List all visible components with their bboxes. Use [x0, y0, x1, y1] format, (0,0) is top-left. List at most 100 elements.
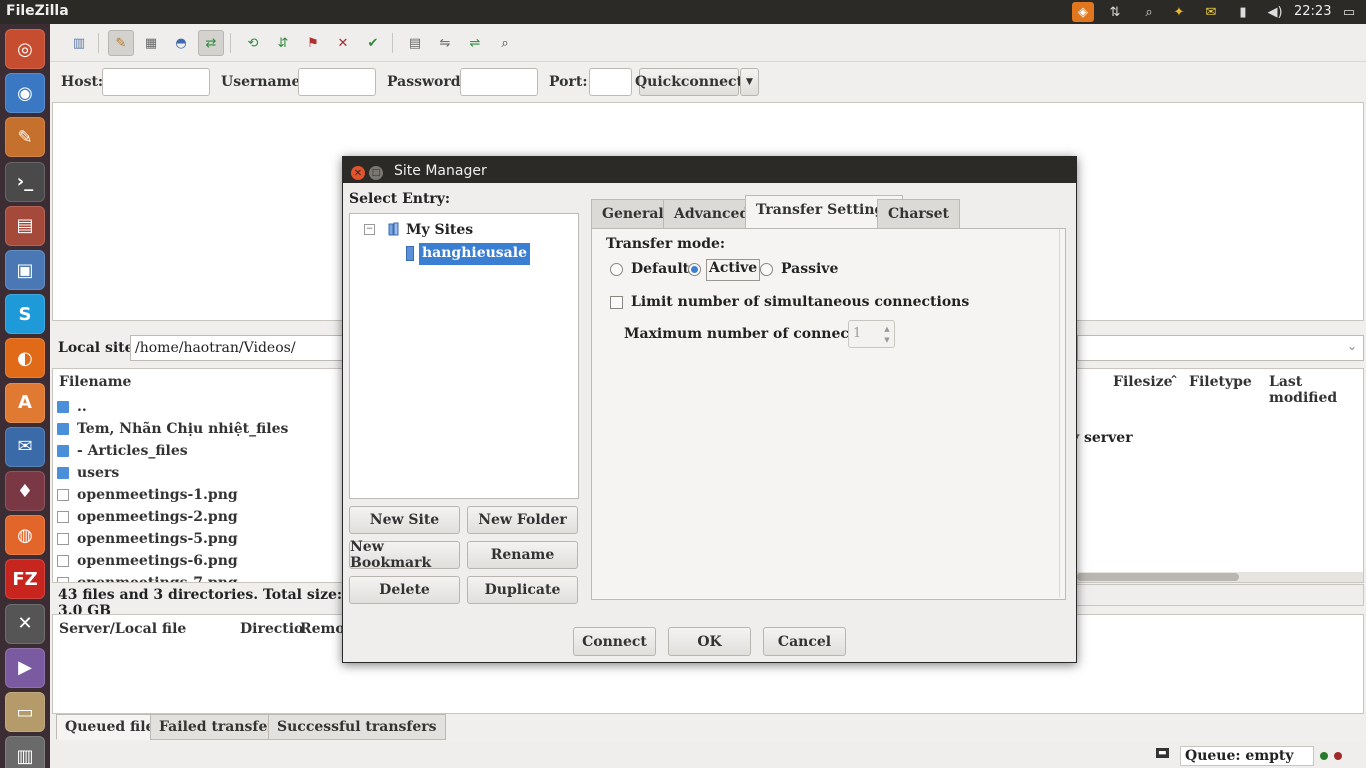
host-input[interactable]	[102, 68, 210, 96]
list-item[interactable]: Tem, Nhãn Chịu nhiệt_files	[57, 418, 347, 440]
delete-button[interactable]: Delete	[349, 576, 460, 604]
remote-path-input[interactable]: ⌄	[1077, 335, 1364, 361]
filesize-column-header[interactable]: Filesize	[1113, 374, 1173, 390]
cancel-button[interactable]: Cancel	[763, 627, 846, 656]
remote-file-list[interactable]: Filesize ⌃ Filetype Last modified y serv…	[1071, 368, 1364, 583]
volume-icon[interactable]: ◀)	[1264, 2, 1286, 22]
quickconnect-dropdown-icon[interactable]: ▼	[740, 68, 759, 96]
terminal-icon[interactable]: ›_	[5, 161, 45, 202]
disconnect-icon[interactable]: ✕	[330, 30, 356, 56]
list-item[interactable]: users	[57, 462, 347, 484]
quickconnect-button[interactable]: Quickconnect	[635, 68, 743, 96]
chevron-down-icon[interactable]: ⌄	[1347, 339, 1357, 353]
tree-item-site[interactable]: hanghieusale	[419, 243, 530, 265]
folder-icon	[57, 423, 69, 435]
ok-button[interactable]: OK	[668, 627, 751, 656]
port-label: Port:	[549, 74, 588, 90]
limit-connections-checkbox[interactable]	[610, 296, 623, 309]
new-folder-button[interactable]: New Folder	[467, 506, 578, 534]
compare-icon[interactable]: ⇋	[432, 30, 458, 56]
list-item[interactable]: openmeetings-5.png	[57, 528, 347, 550]
mode-passive-label[interactable]: Passive	[781, 261, 838, 277]
cancel-operation-icon[interactable]: ⚑	[300, 30, 326, 56]
list-item[interactable]: openmeetings-1.png	[57, 484, 347, 506]
mail-icon[interactable]: ✉	[1200, 2, 1222, 22]
refresh-icon[interactable]: ⟲	[240, 30, 266, 56]
reconnect-icon[interactable]: ✔	[360, 30, 386, 56]
server-local-file-column-header[interactable]: Server/Local file	[59, 621, 186, 637]
chevron-down-icon[interactable]: ▼	[882, 335, 892, 345]
maximize-icon[interactable]: □	[369, 166, 383, 180]
tab-charset[interactable]: Charset	[877, 199, 961, 229]
password-input[interactable]	[460, 68, 538, 96]
software-center-icon[interactable]: A	[5, 382, 45, 423]
chevron-up-icon[interactable]: ▲	[882, 324, 892, 334]
mode-default-label[interactable]: Default	[631, 261, 689, 277]
collapse-icon[interactable]: −	[364, 224, 375, 235]
skype-icon[interactable]: S	[5, 294, 45, 335]
mode-default-radio[interactable]	[610, 263, 623, 276]
max-connections-stepper[interactable]: 1 ▲ ▼	[848, 320, 895, 348]
directory-filter-icon[interactable]: ▤	[402, 30, 428, 56]
local-path-input[interactable]: /home/haotran/Videos/	[130, 335, 360, 361]
mode-active-label[interactable]: Active	[706, 259, 761, 281]
new-site-button[interactable]: New Site	[349, 506, 460, 534]
username-input[interactable]	[298, 68, 376, 96]
mode-active-radio[interactable]	[688, 263, 701, 276]
duplicate-button[interactable]: Duplicate	[467, 576, 578, 604]
launcher: ◎ ◉ ✎ ›_ ▤ ▣ S ◐ A ✉ ♦ ◍ FZ ✕ ▶ ▭ ▥	[0, 24, 50, 768]
list-item[interactable]: - Articles_files	[57, 440, 347, 462]
remote-desktop-icon[interactable]: ▣	[5, 250, 45, 290]
list-item[interactable]: openmeetings-6.png	[57, 550, 347, 572]
list-item[interactable]: openmeetings-2.png	[57, 506, 347, 528]
rename-button[interactable]: Rename	[467, 541, 578, 569]
toggle-queue-icon[interactable]: ⇄	[198, 30, 224, 56]
list-item[interactable]: openmeetings-7.png	[57, 572, 347, 582]
dropbox-icon[interactable]: ✦	[1168, 2, 1190, 22]
direction-column-header[interactable]: Directio	[240, 621, 303, 637]
local-file-list[interactable]: Filename .. Tem, Nhãn Chịu nhiệt_files - A…	[52, 368, 352, 583]
connect-button[interactable]: Connect	[573, 627, 656, 656]
filename-column-header[interactable]: Filename	[59, 374, 131, 390]
remote-horizontal-scrollbar[interactable]	[1077, 572, 1363, 582]
tree-item-my-sites[interactable]: My Sites	[406, 222, 473, 238]
process-queue-icon[interactable]: ⇵	[270, 30, 296, 56]
site-manager-icon[interactable]: ▥	[66, 30, 92, 56]
files-icon[interactable]: ▤	[5, 205, 45, 246]
sync-browsing-icon[interactable]: ⇌	[462, 30, 488, 56]
flame-icon[interactable]: ◈	[1072, 2, 1094, 22]
limit-connections-label[interactable]: Limit number of simultaneous connections	[631, 294, 969, 310]
site-tree[interactable]: − My Sites hanghieusale	[349, 213, 579, 499]
filetype-column-header[interactable]: Filetype	[1189, 374, 1252, 390]
system-tools-icon[interactable]: ✕	[5, 603, 45, 644]
video-icon[interactable]: ▶	[5, 647, 45, 688]
scrollbar-thumb[interactable]	[1077, 573, 1239, 581]
trash-icon[interactable]: ▥	[5, 736, 45, 768]
firefox-icon[interactable]: ◍	[5, 515, 45, 556]
chrome-icon[interactable]: ◉	[5, 73, 45, 114]
ubuntu-icon[interactable]: ◎	[5, 29, 45, 69]
folder-icon[interactable]: ▭	[5, 692, 45, 732]
new-bookmark-button[interactable]: New Bookmark	[349, 539, 460, 571]
toggle-tree-icon[interactable]: ▦	[138, 30, 164, 56]
monitor-icon[interactable]: ▭	[1338, 2, 1360, 22]
toggle-message-log-icon[interactable]: ✎	[108, 30, 134, 56]
battery-icon[interactable]: ▮	[1232, 2, 1254, 22]
tab-successful-transfers[interactable]: Successful transfers	[268, 714, 446, 740]
network-icon[interactable]: ⇅	[1104, 2, 1126, 22]
clock[interactable]: 22:23	[1294, 4, 1331, 19]
close-icon[interactable]: ✕	[351, 166, 365, 180]
text-editor-icon[interactable]: ✎	[5, 117, 45, 158]
mode-passive-radio[interactable]	[760, 263, 773, 276]
last-modified-column-header[interactable]: Last modified	[1269, 374, 1363, 406]
search-icon[interactable]: ⌕	[1138, 2, 1160, 22]
find-files-icon[interactable]: ⌕	[492, 30, 518, 56]
list-item[interactable]: ..	[57, 396, 347, 418]
toggle-remote-tree-icon[interactable]: ◓	[168, 30, 194, 56]
folder-icon	[57, 401, 69, 413]
wine-icon[interactable]: ♦	[5, 471, 45, 511]
port-input[interactable]	[589, 68, 632, 96]
thunderbird-icon[interactable]: ✉	[5, 426, 45, 467]
filezilla-icon[interactable]: FZ	[5, 559, 45, 600]
burner-icon[interactable]: ◐	[5, 338, 45, 379]
